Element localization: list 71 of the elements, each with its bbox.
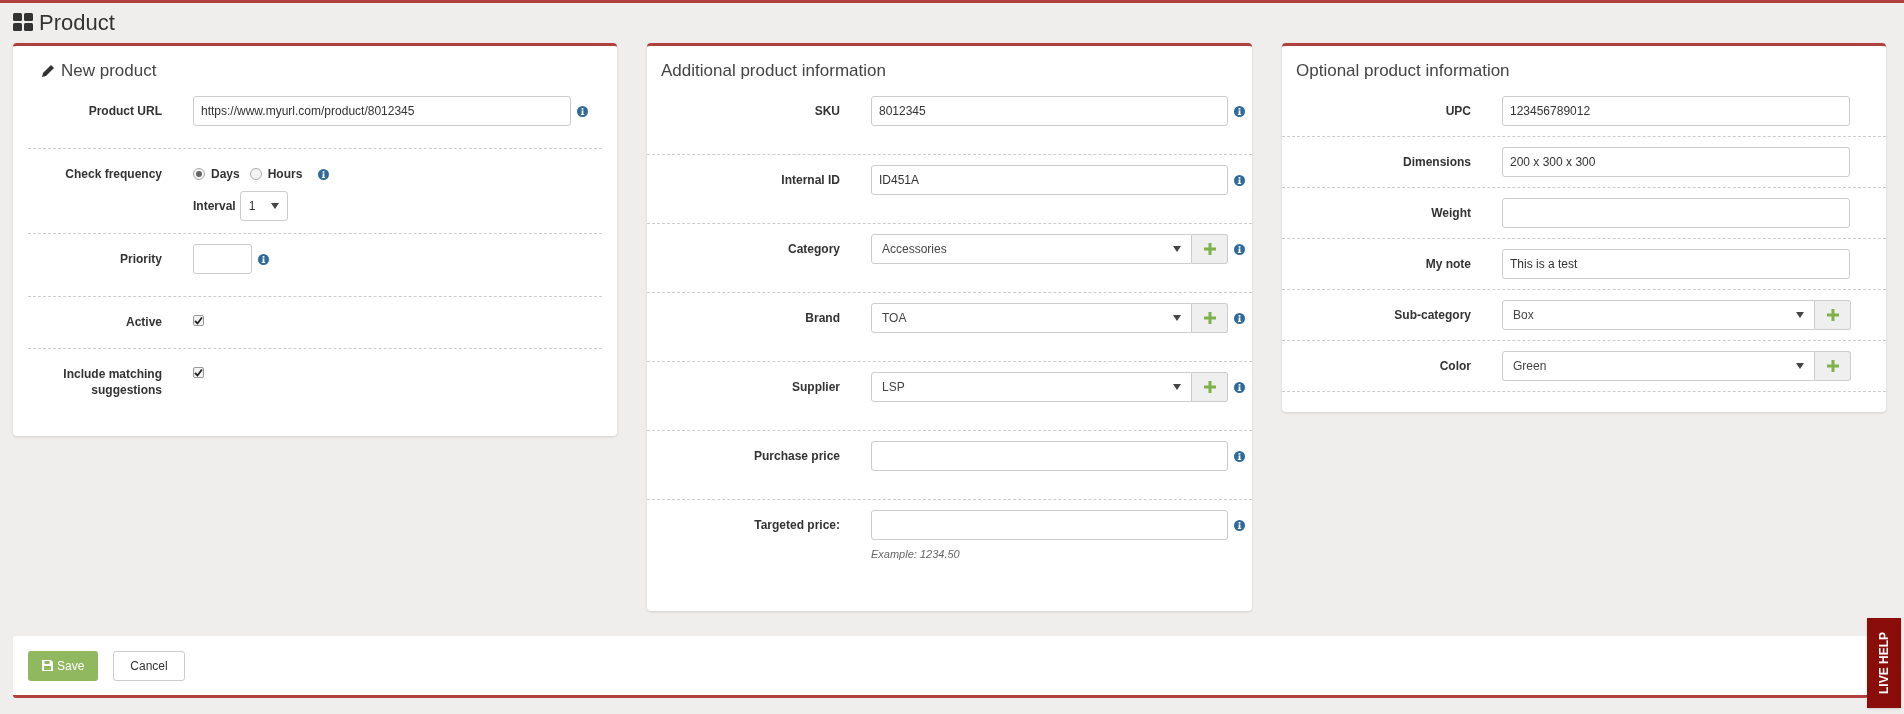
field-label: UPC [1444, 103, 1472, 120]
text-field[interactable] [871, 441, 1228, 471]
field-label: Brand [804, 310, 841, 327]
grid-icon [13, 13, 33, 31]
field-label: Priority [119, 251, 163, 268]
select-dropdown[interactable]: Accessories [871, 234, 1192, 264]
caret-icon [1173, 315, 1181, 321]
field-label: Supplier [791, 379, 841, 396]
plus-icon [1203, 243, 1216, 255]
info-icon[interactable] [1234, 450, 1245, 462]
radio-button[interactable] [249, 168, 262, 180]
panel-title: Additional product information [661, 60, 886, 83]
panel-title: New product [61, 60, 157, 83]
hint-text: Example: 1234.50 [871, 547, 961, 562]
info-icon[interactable] [1234, 174, 1245, 186]
info-icon[interactable] [1234, 105, 1245, 117]
select-dropdown[interactable]: Green [1502, 351, 1815, 381]
interval-select[interactable]: 1 [239, 191, 288, 221]
pencil-icon [41, 64, 55, 78]
field-label: My note [1424, 256, 1472, 273]
plus-icon [1826, 360, 1839, 372]
text-field[interactable]: 123456789012 [1502, 96, 1850, 126]
field-label: Product URL [87, 103, 163, 120]
text-field[interactable]: https://www.myurl.com/product/8012345 [193, 96, 571, 126]
caret-icon [1173, 384, 1181, 390]
text-field[interactable] [193, 244, 252, 274]
field-label: Purchase price [752, 448, 841, 465]
info-icon[interactable] [1234, 381, 1245, 393]
plus-icon [1826, 309, 1839, 321]
checkbox[interactable] [193, 315, 204, 326]
info-icon[interactable] [258, 253, 269, 265]
plus-icon [1203, 312, 1216, 324]
cancel-button[interactable]: Cancel [113, 650, 185, 681]
radio-button[interactable] [193, 168, 205, 180]
field-label: Check frequency [64, 166, 163, 183]
select-dropdown[interactable]: Box [1502, 300, 1815, 330]
field-label: Sub-category [1393, 307, 1472, 324]
radio-label[interactable]: Hours [267, 165, 303, 183]
select-dropdown[interactable]: TOA [871, 303, 1192, 333]
text-field[interactable]: This is a test [1502, 249, 1850, 279]
text-field[interactable]: 200 x 300 x 300 [1502, 147, 1850, 177]
field-label: Internal ID [780, 172, 841, 189]
caret-icon [1173, 246, 1181, 252]
field-label: Include matching suggestions [62, 366, 163, 398]
info-icon[interactable] [1234, 519, 1245, 531]
plus-icon [1203, 381, 1216, 393]
info-icon[interactable] [577, 105, 588, 117]
page-title: Product [39, 8, 115, 37]
interval-label: Interval [193, 198, 236, 215]
field-label: SKU [813, 103, 841, 120]
text-field[interactable]: ID451A [871, 165, 1228, 195]
info-icon[interactable] [318, 168, 330, 180]
text-field[interactable] [871, 510, 1228, 540]
select-dropdown[interactable]: LSP [871, 372, 1192, 402]
text-field[interactable] [1502, 198, 1850, 228]
field-label: Targeted price: [753, 517, 841, 534]
caret-icon [1796, 312, 1804, 318]
field-label: Weight [1430, 205, 1472, 222]
field-label: Color [1438, 358, 1472, 375]
checkbox[interactable] [193, 367, 204, 378]
panel-title: Optional product information [1296, 60, 1510, 83]
field-label: Dimensions [1402, 154, 1472, 171]
caret-icon [1796, 363, 1804, 369]
live-help-tab[interactable]: LIVE HELP [1867, 618, 1901, 708]
info-icon[interactable] [1234, 312, 1245, 324]
radio-label[interactable]: Days [211, 165, 240, 183]
field-label: Active [124, 314, 163, 330]
text-field[interactable]: 8012345 [871, 96, 1228, 126]
field-label: Category [787, 241, 841, 258]
info-icon[interactable] [1234, 243, 1245, 255]
caret-icon [270, 203, 279, 209]
